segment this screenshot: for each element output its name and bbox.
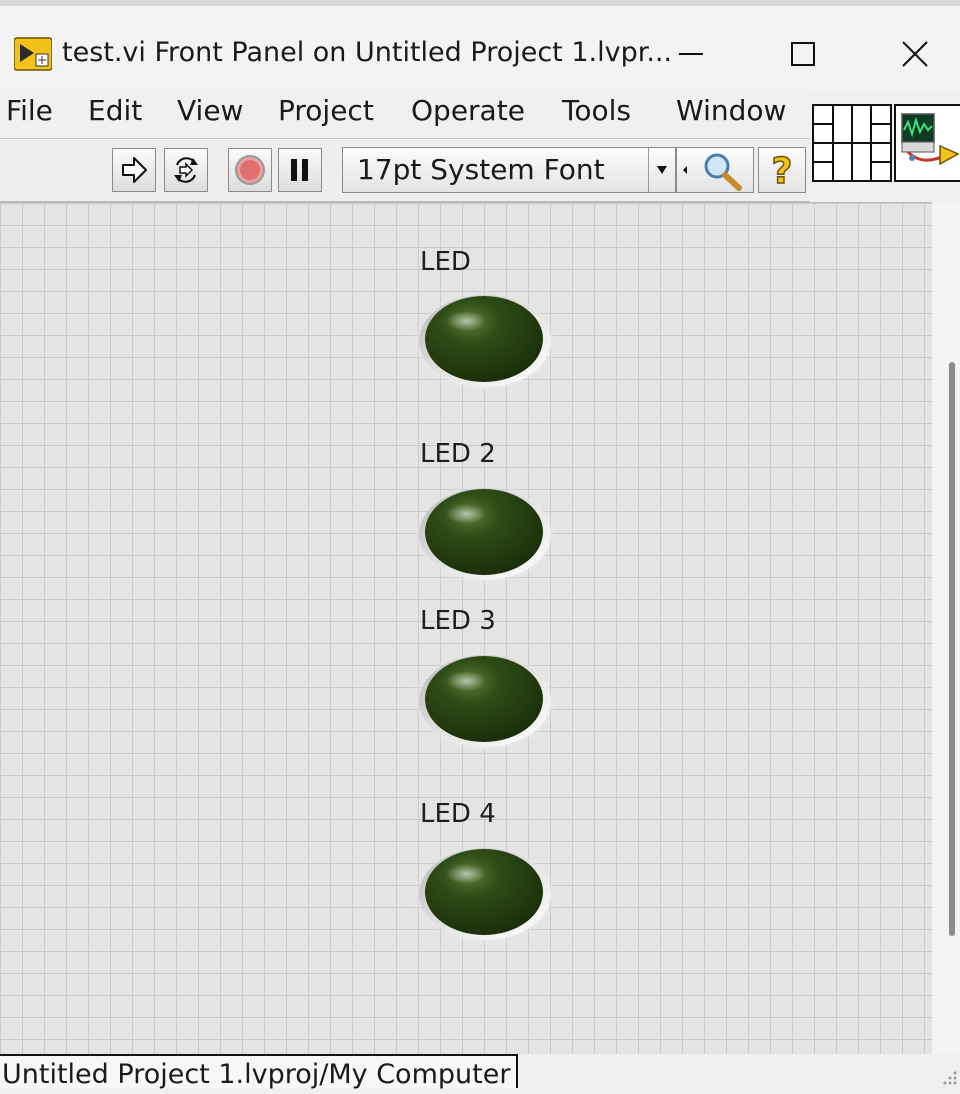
help-icon: ? xyxy=(771,150,793,190)
run-arrow-icon xyxy=(122,157,147,183)
connector-pane[interactable] xyxy=(812,104,892,182)
pause-button[interactable] xyxy=(278,148,322,192)
toolbar: 17pt System Font ? xyxy=(0,139,810,202)
led-indicator-3[interactable] xyxy=(410,648,560,754)
led-indicator-1[interactable] xyxy=(410,288,560,394)
menu-project[interactable]: Project xyxy=(278,88,374,138)
labview-app-icon xyxy=(13,36,53,72)
run-button[interactable] xyxy=(112,148,156,192)
menu-edit[interactable]: Edit xyxy=(88,88,142,138)
font-selector-label: 17pt System Font xyxy=(357,153,605,186)
close-icon xyxy=(902,41,928,67)
abort-icon xyxy=(235,155,265,185)
run-continuously-button[interactable] xyxy=(164,148,208,192)
menu-file[interactable]: File xyxy=(6,88,53,138)
led-indicator-2[interactable] xyxy=(410,481,560,587)
status-bar: Untitled Project 1.lvproj/My Computer xyxy=(0,1054,960,1090)
led-label-2: LED 2 xyxy=(420,439,496,469)
title-bar: test.vi Front Panel on Untitled Project … xyxy=(0,0,960,92)
resize-grip-icon xyxy=(943,1071,957,1085)
vi-icon[interactable] xyxy=(894,104,960,182)
menu-window[interactable]: Window xyxy=(676,88,786,138)
chevron-down-icon[interactable] xyxy=(648,148,675,192)
led-label-1: LED xyxy=(420,247,471,277)
help-button[interactable]: ? xyxy=(758,147,806,193)
menu-view[interactable]: View xyxy=(177,88,243,138)
menu-bar: File Edit View Project Operate Tools Win… xyxy=(0,88,810,139)
vi-waveform-icon xyxy=(901,113,960,166)
vertical-scrollbar-thumb[interactable] xyxy=(949,362,955,936)
search-icon xyxy=(683,153,742,191)
run-continuously-icon xyxy=(174,157,198,183)
abort-button[interactable] xyxy=(228,148,272,192)
menu-operate[interactable]: Operate xyxy=(411,88,525,138)
window-title: test.vi Front Panel on Untitled Project … xyxy=(62,37,673,68)
led-label-4: LED 4 xyxy=(420,799,496,829)
vertical-scrollbar-track[interactable] xyxy=(932,202,960,1054)
menu-tools[interactable]: Tools xyxy=(562,88,631,138)
maximize-icon xyxy=(791,42,815,66)
svg-text:?: ? xyxy=(772,151,793,190)
minimize-button[interactable] xyxy=(656,28,726,80)
led-label-3: LED 3 xyxy=(420,606,496,636)
search-button[interactable] xyxy=(676,147,754,193)
font-selector[interactable]: 17pt System Font xyxy=(342,147,676,193)
minimize-icon xyxy=(679,53,703,55)
project-context-label[interactable]: Untitled Project 1.lvproj/My Computer xyxy=(0,1054,519,1090)
maximize-button[interactable] xyxy=(768,28,838,80)
led-indicator-4[interactable] xyxy=(410,841,560,947)
pause-icon xyxy=(291,159,308,181)
close-button[interactable] xyxy=(880,28,950,80)
